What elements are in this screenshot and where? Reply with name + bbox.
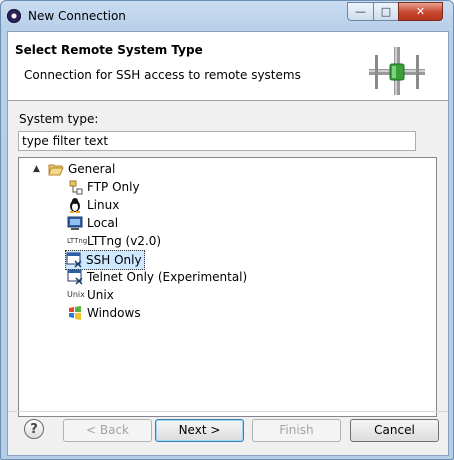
tree-item-label: General	[68, 162, 116, 176]
telnet-icon	[67, 269, 83, 285]
tree-item-linux[interactable]: Linux	[67, 196, 119, 214]
window-title: New Connection	[28, 9, 126, 23]
help-button[interactable]: ?	[24, 419, 44, 439]
tree-item-label: Telnet Only (Experimental)	[87, 270, 248, 284]
finish-button[interactable]: Finish	[252, 419, 341, 442]
help-icon: ?	[30, 421, 38, 437]
filter-input[interactable]	[18, 131, 416, 151]
page-title: Select Remote System Type	[15, 43, 203, 57]
tree-item-label: Local	[87, 216, 119, 230]
close-icon: ✕	[415, 5, 426, 18]
maximize-icon: □	[380, 5, 392, 18]
dialog-window: New Connection — □ ✕ Select Remote Syste…	[0, 0, 454, 460]
dialog-client-area: Select Remote System Type Connection for…	[7, 31, 449, 456]
close-button[interactable]: ✕	[398, 2, 443, 21]
cancel-button[interactable]: Cancel	[350, 419, 439, 442]
tree-item-telnet-only[interactable]: Telnet Only (Experimental)	[67, 268, 247, 286]
network-connection-icon	[369, 47, 425, 95]
tree-item-label: SSH Only	[86, 253, 142, 267]
tree-item-lttng[interactable]: LTTng LTTng (v2.0)	[67, 232, 161, 250]
wizard-header: Select Remote System Type Connection for…	[8, 32, 448, 101]
tree-item-label: Unix	[87, 288, 114, 302]
tree-item-label: FTP Only	[87, 180, 140, 194]
windows-icon	[67, 305, 83, 321]
next-button[interactable]: Next >	[155, 419, 244, 442]
tree-item-windows[interactable]: Windows	[67, 304, 141, 322]
tree-item-label: Linux	[87, 198, 120, 212]
button-bar-separator	[8, 411, 448, 412]
minimize-button[interactable]: —	[347, 2, 374, 21]
folder-open-icon	[48, 161, 64, 177]
lttng-icon: LTTng	[67, 237, 88, 245]
tree-item-ftp-only[interactable]: FTP Only	[67, 178, 140, 196]
ftp-icon	[67, 179, 83, 195]
collapse-triangle-icon[interactable]: ▲	[33, 165, 41, 174]
system-type-tree[interactable]: ▲ General FTP Only Linux Local LTTng LTT…	[18, 157, 437, 417]
ssh-icon	[66, 252, 82, 268]
tree-item-label: Windows	[87, 306, 141, 320]
maximize-button[interactable]: □	[373, 2, 399, 21]
tree-group-general[interactable]: ▲ General	[33, 160, 115, 178]
page-description: Connection for SSH access to remote syst…	[24, 68, 301, 82]
tree-item-local[interactable]: Local	[67, 214, 118, 232]
tree-item-ssh-only[interactable]: SSH Only	[65, 250, 145, 270]
title-bar[interactable]: New Connection — □ ✕	[1, 1, 453, 33]
linux-penguin-icon	[67, 197, 83, 213]
system-type-label: System type:	[19, 112, 99, 126]
unix-icon: Unix	[67, 290, 85, 299]
tree-item-label: LTTng (v2.0)	[87, 234, 162, 248]
tree-item-unix[interactable]: Unix Unix	[67, 286, 114, 304]
local-computer-icon	[67, 215, 83, 231]
eclipse-icon	[7, 9, 21, 23]
minimize-icon: —	[355, 5, 366, 18]
back-button[interactable]: < Back	[63, 419, 152, 442]
